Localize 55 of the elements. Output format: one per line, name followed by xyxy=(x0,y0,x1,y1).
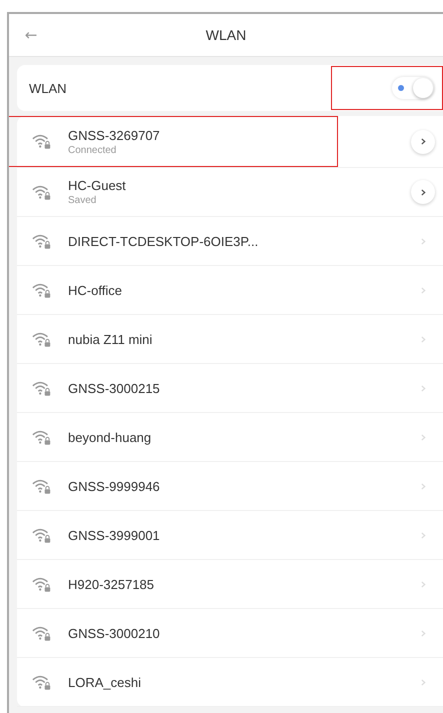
wifi-lock-icon xyxy=(32,674,52,690)
network-item[interactable]: GNSS-3269707 Connected xyxy=(17,116,443,168)
network-item[interactable]: beyond-huang xyxy=(17,413,443,462)
chevron-icon xyxy=(420,532,426,538)
details-button[interactable] xyxy=(411,180,435,204)
network-name: GNSS-3000215 xyxy=(68,380,161,396)
network-item[interactable]: GNSS-3000210 xyxy=(17,609,443,658)
page-title: WLAN xyxy=(204,27,248,43)
chevron-icon xyxy=(420,630,426,636)
network-name: LORA_ceshi xyxy=(68,674,142,690)
network-name: DIRECT-TCDESKTOP-6OIE3P... xyxy=(68,234,260,248)
network-name: HC-office xyxy=(68,282,123,298)
wlan-label: WLAN xyxy=(29,80,67,96)
wifi-lock-icon xyxy=(32,232,52,250)
wlan-toggle[interactable] xyxy=(392,77,434,99)
network-item[interactable]: nubia Z11 mini xyxy=(17,315,443,364)
chevron-icon xyxy=(420,580,426,588)
network-item[interactable]: HC-Guest Saved xyxy=(17,168,443,217)
wifi-lock-icon xyxy=(32,282,52,298)
network-name: GNSS-3999001 xyxy=(68,528,161,542)
network-item[interactable]: H920-3257185 xyxy=(17,560,443,609)
network-item[interactable]: LORA_ceshi xyxy=(17,658,443,707)
network-status: Connected xyxy=(68,144,118,156)
network-name: GNSS-3269707 xyxy=(68,128,161,142)
details-button[interactable] xyxy=(411,130,435,154)
network-name: GNSS-3000210 xyxy=(68,626,161,640)
chevron-icon xyxy=(420,678,426,686)
wifi-lock-icon xyxy=(32,133,52,150)
network-item[interactable]: GNSS-9999946 xyxy=(17,462,443,511)
network-name: nubia Z11 mini xyxy=(68,332,154,346)
wifi-lock-icon xyxy=(32,526,52,544)
chevron-icon xyxy=(420,138,426,145)
wifi-lock-icon xyxy=(32,380,52,396)
chevron-icon xyxy=(420,384,426,392)
chevron-icon xyxy=(420,188,426,196)
wifi-lock-icon xyxy=(32,184,52,200)
network-name: HC-Guest xyxy=(68,178,127,193)
network-item[interactable]: DIRECT-TCDESKTOP-6OIE3P... xyxy=(17,217,443,266)
wifi-lock-icon xyxy=(32,428,52,446)
network-name: beyond-huang xyxy=(68,430,152,444)
chevron-icon xyxy=(420,434,426,440)
network-item[interactable]: GNSS-3000215 xyxy=(17,364,443,413)
wifi-lock-icon xyxy=(32,576,52,592)
chevron-icon xyxy=(420,482,426,490)
chevron-icon xyxy=(420,286,426,294)
wifi-lock-icon xyxy=(32,330,52,348)
network-status: Saved xyxy=(68,195,98,206)
chevron-icon xyxy=(420,336,426,342)
chevron-icon xyxy=(420,238,426,244)
network-item[interactable]: GNSS-3999001 xyxy=(17,511,443,560)
wifi-lock-icon xyxy=(32,624,52,642)
network-item[interactable]: HC-office xyxy=(17,266,443,315)
network-name: GNSS-9999946 xyxy=(68,478,161,494)
network-name: H920-3257185 xyxy=(68,576,156,592)
wifi-lock-icon xyxy=(32,478,52,494)
